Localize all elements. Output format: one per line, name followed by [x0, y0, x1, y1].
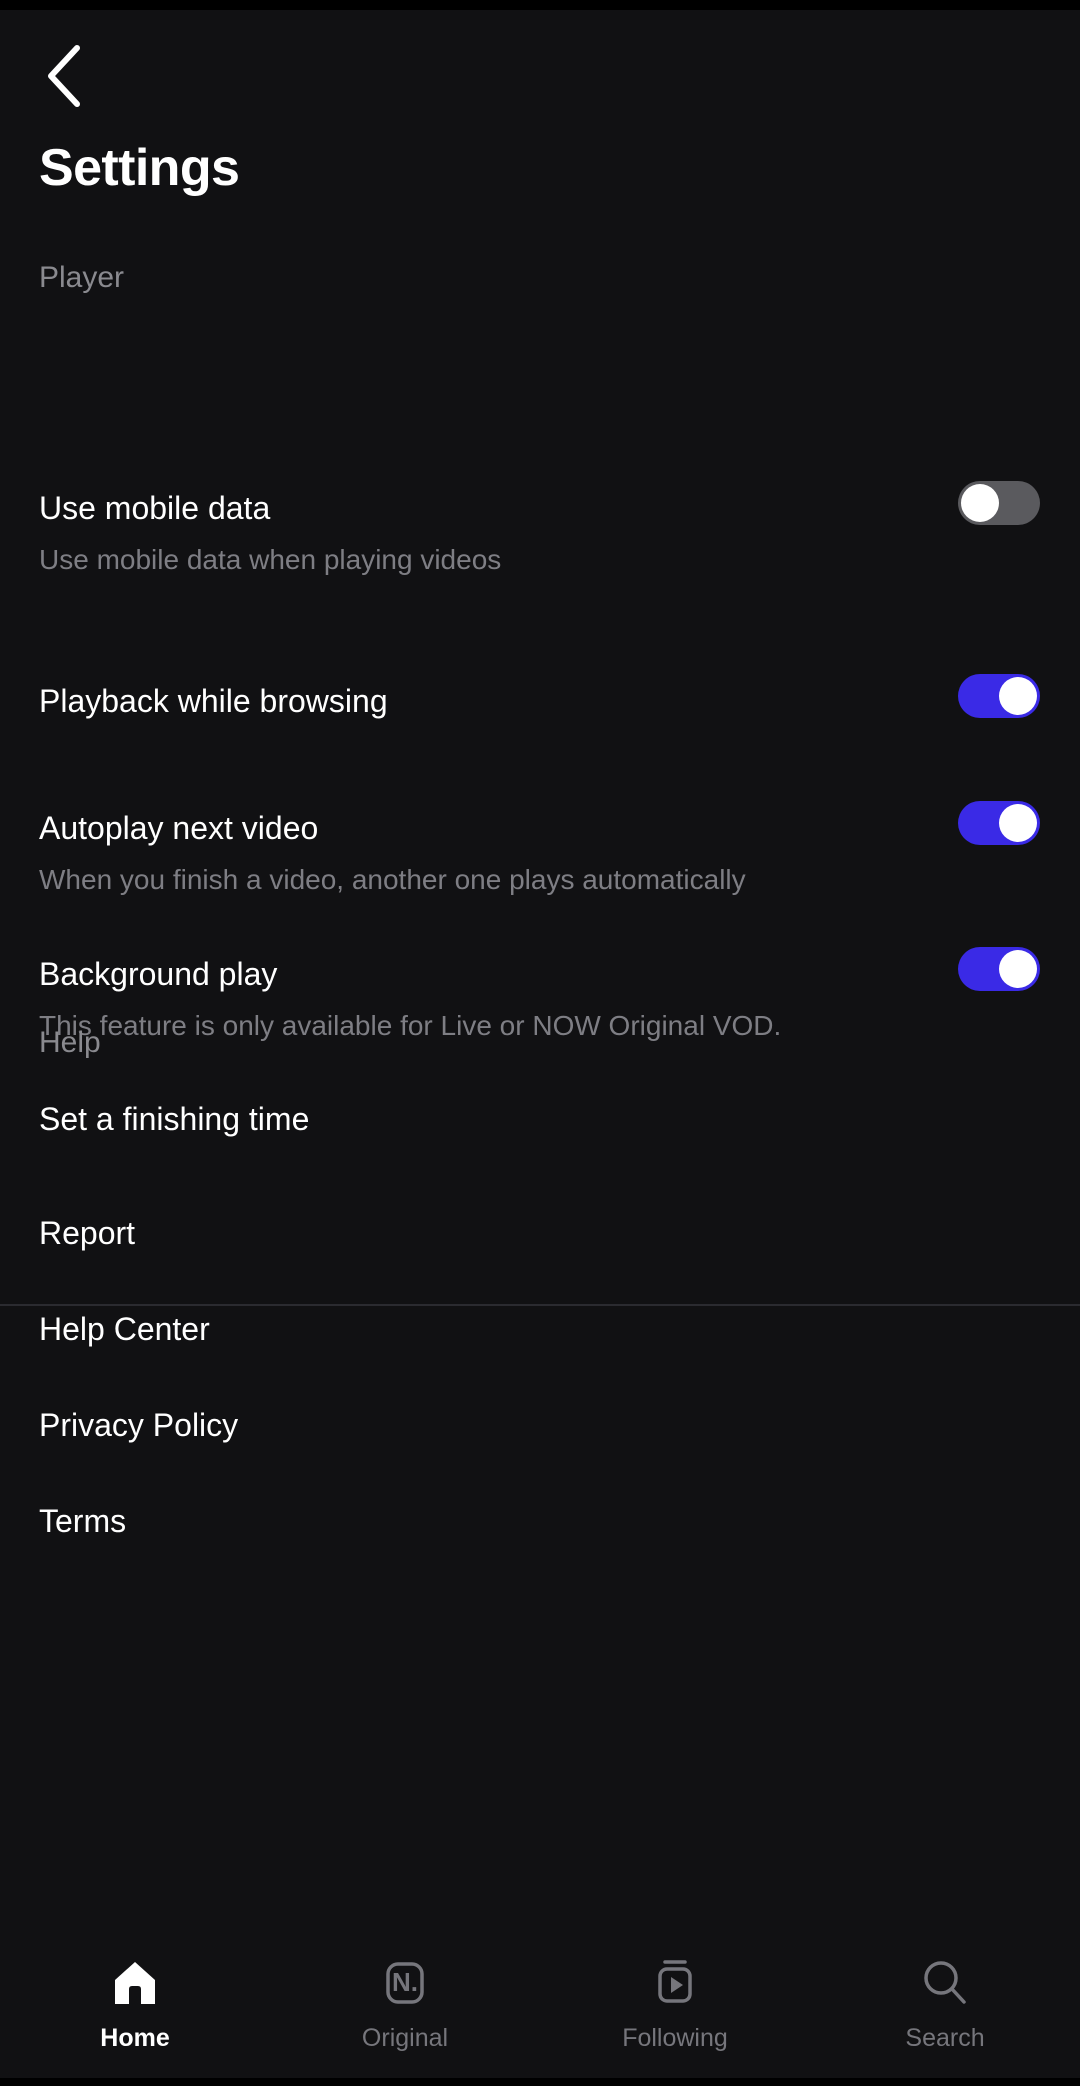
setting-row-autoplay-next-video[interactable]: Autoplay next video When you finish a vi… [0, 801, 1080, 896]
help-item-label: Report [39, 1215, 136, 1251]
gesture-bar [0, 2078, 1080, 2086]
app-screen: Settings Player Use mobile data Use mobi… [0, 0, 1080, 2086]
setting-row-use-mobile-data[interactable]: Use mobile data Use mobile data when pla… [0, 481, 1080, 576]
help-row-privacy-policy[interactable]: Privacy Policy [0, 1409, 1080, 1441]
nav-item-search[interactable]: Search [810, 1954, 1080, 2051]
toggle-knob [961, 484, 999, 522]
svg-text:N.: N. [392, 1967, 418, 1997]
section-divider [0, 1304, 1080, 1306]
nav-label: Following [622, 2024, 728, 2052]
help-row-terms[interactable]: Terms [0, 1505, 1080, 1537]
setting-row-playback-while-browsing[interactable]: Playback while browsing [0, 674, 1080, 719]
home-icon [106, 1954, 164, 2012]
toggle-autoplay-next-video[interactable] [958, 801, 1040, 845]
section-label-help: Help [39, 1026, 101, 1059]
setting-subtitle: When you finish a video, another one pla… [39, 864, 746, 895]
section-label-player: Player [39, 261, 125, 294]
toggle-knob [999, 804, 1037, 842]
help-row-report[interactable]: Report [0, 1217, 1080, 1249]
nav-label: Search [905, 2024, 985, 2052]
help-row-help-center[interactable]: Help Center [0, 1313, 1080, 1345]
toggle-background-play[interactable] [958, 947, 1040, 991]
help-item-label: Privacy Policy [39, 1407, 239, 1443]
toggle-playback-while-browsing[interactable] [958, 674, 1040, 718]
page-title: Settings [39, 139, 240, 197]
setting-row-set-a-finishing-time[interactable]: Set a finishing time [0, 1103, 1080, 1135]
setting-title: Set a finishing time [39, 1101, 310, 1137]
setting-subtitle: This feature is only available for Live … [39, 1010, 782, 1041]
setting-row-background-play[interactable]: Background play This feature is only ava… [0, 947, 1080, 1042]
nav-item-following[interactable]: Following [540, 1954, 810, 2051]
nav-label: Home [100, 2024, 170, 2052]
status-bar-strip [0, 0, 1080, 10]
following-play-icon [646, 1954, 704, 2012]
setting-title: Playback while browsing [39, 683, 388, 719]
toggle-knob [999, 677, 1037, 715]
nav-label: Original [361, 2024, 449, 2052]
back-button[interactable] [30, 42, 98, 110]
help-item-label: Terms [39, 1503, 127, 1539]
nav-item-home[interactable]: Home [0, 1954, 270, 2051]
bottom-navigation-bar: Home N. Original Following Search [0, 1940, 1080, 2086]
search-icon [916, 1954, 974, 2012]
setting-title: Autoplay next video [39, 810, 319, 846]
original-n-icon: N. [376, 1954, 434, 2012]
toggle-use-mobile-data[interactable] [958, 481, 1040, 525]
nav-item-original[interactable]: N. Original [270, 1954, 540, 2051]
settings-scroll-content: Settings Player Use mobile data Use mobi… [0, 10, 1080, 1940]
setting-title: Background play [39, 956, 278, 992]
toggle-knob [999, 950, 1037, 988]
chevron-left-icon [43, 43, 85, 109]
setting-subtitle: Use mobile data when playing videos [39, 544, 502, 575]
setting-title: Use mobile data [39, 490, 271, 526]
help-item-label: Help Center [39, 1311, 210, 1347]
